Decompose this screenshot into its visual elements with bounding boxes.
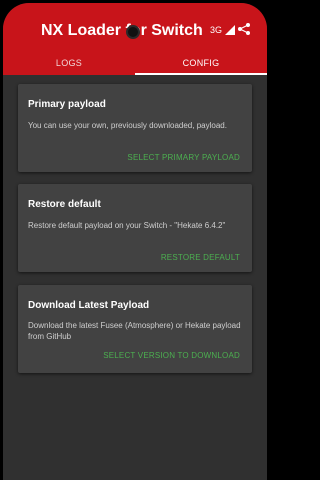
network-status: 3G bbox=[210, 25, 223, 35]
app-title: NX Loader for Switch bbox=[41, 22, 203, 39]
card-description: Download the latest Fusee (Atmosphere) o… bbox=[28, 321, 241, 341]
active-tab-indicator bbox=[135, 73, 267, 75]
restore-default-button[interactable]: RESTORE DEFAULT bbox=[161, 253, 240, 262]
card-description: You can use your own, previously downloa… bbox=[28, 121, 227, 130]
select-primary-payload-button[interactable]: SELECT PRIMARY PAYLOAD bbox=[127, 153, 240, 162]
app-screen: NX Loader for Switch 3G LOGS CONFIG Prim… bbox=[3, 3, 267, 480]
card-title: Primary payload bbox=[28, 99, 106, 110]
phone-frame-left bbox=[0, 0, 3, 480]
tab-bar: LOGS CONFIG bbox=[3, 51, 267, 75]
card-download-latest-payload: Download Latest Payload Download the lat… bbox=[18, 285, 252, 373]
app-bar: NX Loader for Switch 3G LOGS CONFIG bbox=[3, 3, 267, 75]
camera-cutout bbox=[126, 25, 140, 39]
card-title: Download Latest Payload bbox=[28, 300, 150, 311]
signal-icon bbox=[225, 25, 235, 35]
share-icon[interactable] bbox=[237, 22, 251, 36]
phone-frame-right bbox=[267, 0, 270, 480]
tab-logs[interactable]: LOGS bbox=[3, 51, 135, 75]
card-restore-default: Restore default Restore default payload … bbox=[18, 184, 252, 272]
card-title: Restore default bbox=[28, 199, 101, 210]
tab-config[interactable]: CONFIG bbox=[135, 51, 267, 75]
select-version-to-download-button[interactable]: SELECT VERSION TO DOWNLOAD bbox=[103, 351, 240, 360]
card-description: Restore default payload on your Switch -… bbox=[28, 221, 226, 230]
card-primary-payload: Primary payload You can use your own, pr… bbox=[18, 84, 252, 172]
